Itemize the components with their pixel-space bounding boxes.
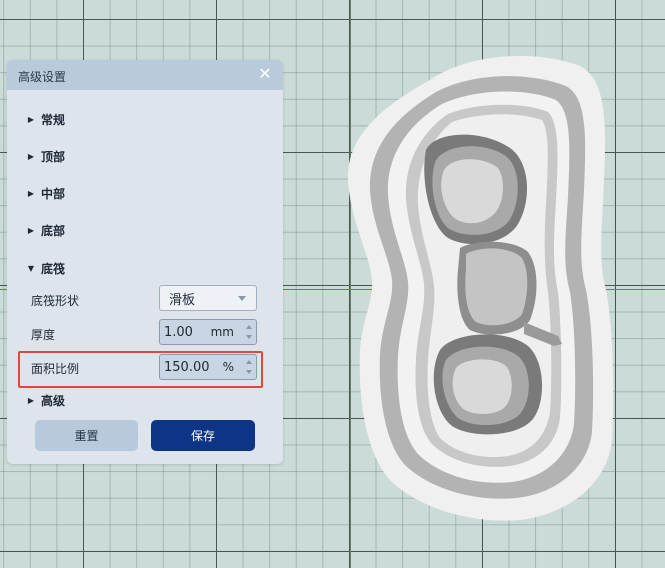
panel-title: 高级设置	[18, 70, 67, 84]
area-ratio-unit: %	[222, 360, 234, 374]
section-label: 中部	[41, 186, 66, 201]
section-label: 高级	[41, 393, 66, 408]
caret-down-icon: ▼	[27, 263, 35, 273]
area-ratio-input[interactable]: 150.00 %	[159, 354, 257, 380]
area-ratio-value: 150.00	[164, 360, 210, 375]
section-raft[interactable]: ▼ 底筏	[25, 258, 65, 278]
thickness-value: 1.00	[164, 325, 193, 340]
caret-right-icon: ▶	[27, 188, 35, 198]
spin-up-icon[interactable]	[246, 360, 252, 364]
chevron-down-icon	[238, 296, 246, 301]
section-label: 常规	[41, 112, 66, 127]
section-label: 底筏	[41, 261, 66, 276]
thickness-unit: mm	[210, 325, 234, 339]
thickness-label: 厚度	[31, 328, 56, 342]
caret-right-icon: ▶	[27, 225, 35, 235]
raft-shape-label: 底筏形状	[31, 294, 80, 308]
section-middle[interactable]: ▶ 中部	[25, 183, 65, 203]
close-icon[interactable]: ✕	[255, 64, 275, 84]
advanced-settings-panel: 高级设置 ✕ ▶ 常规 ▶ 顶部 ▶ 中部 ▶ 底部 ▼ 底筏 底筏形状 滑板 …	[7, 60, 283, 464]
thickness-input[interactable]: 1.00 mm	[159, 319, 257, 345]
raft-shape-select[interactable]: 滑板	[159, 285, 257, 311]
area-ratio-label: 面积比例	[31, 362, 80, 376]
panel-header: 高级设置 ✕	[7, 60, 283, 90]
section-general[interactable]: ▶ 常规	[25, 109, 65, 129]
spin-up-icon[interactable]	[246, 325, 252, 329]
raft-shape-value: 滑板	[169, 292, 196, 308]
caret-right-icon: ▶	[27, 395, 35, 405]
section-top[interactable]: ▶ 顶部	[25, 146, 65, 166]
caret-right-icon: ▶	[27, 151, 35, 161]
save-button[interactable]: 保存	[151, 420, 255, 451]
section-label: 顶部	[41, 149, 66, 164]
spin-down-icon[interactable]	[246, 335, 252, 339]
caret-right-icon: ▶	[27, 114, 35, 124]
section-bottom[interactable]: ▶ 底部	[25, 220, 65, 240]
spin-down-icon[interactable]	[246, 370, 252, 374]
reset-button[interactable]: 重置	[35, 420, 138, 451]
section-advanced[interactable]: ▶ 高级	[25, 390, 65, 410]
section-label: 底部	[41, 223, 66, 238]
